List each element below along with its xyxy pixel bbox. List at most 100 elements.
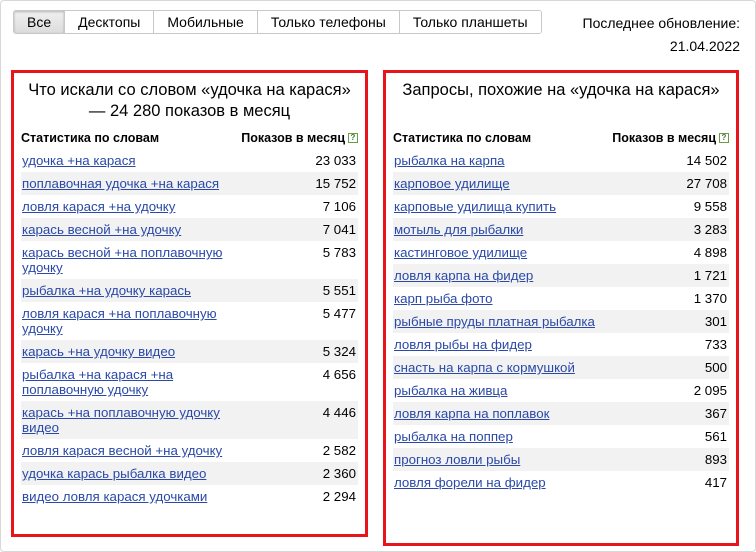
tab-desktops[interactable]: Десктопы [65, 11, 155, 33]
keyword-link[interactable]: рыбалка на поппер [394, 429, 513, 444]
keyword-link[interactable]: снасть на карпа с кормушкой [394, 360, 575, 375]
impressions-count: 417 [704, 475, 727, 490]
impressions-count: 5 477 [322, 306, 356, 321]
last-updated-label: Последнее обновление: [582, 15, 740, 31]
table-row: карповые удилища купить 9 558 [393, 195, 729, 218]
panel-title: Что искали со словом «удочка на карася» … [28, 81, 351, 120]
impressions-count: 5 551 [322, 283, 356, 298]
impressions-count: 27 708 [686, 176, 727, 191]
help-icon[interactable]: ? [348, 133, 358, 143]
table-row: удочка карась рыбалка видео 2 360 [21, 462, 358, 485]
impressions-count: 4 446 [322, 405, 356, 420]
impressions-count: 4 656 [322, 367, 356, 382]
table-row: ловля карпа на поплавок 367 [393, 402, 729, 425]
impressions-count: 893 [704, 452, 727, 467]
keyword-link[interactable]: мотыль для рыбалки [394, 222, 523, 237]
keyword-link[interactable]: рыбные пруды платная рыбалка [394, 314, 595, 329]
table-row: ловля карпа на фидер 1 721 [393, 264, 729, 287]
keyword-link[interactable]: ловля карася +на поплавочную удочку [22, 306, 247, 336]
keyword-link[interactable]: ловля форели на фидер [394, 475, 546, 490]
keyword-table: удочка +на карася 23 033 поплавочная удочк… [21, 149, 358, 508]
table-row: рыбалка +на удочку карась 5 551 [21, 279, 358, 302]
keyword-link[interactable]: ловля карпа на фидер [394, 268, 533, 283]
table-row: карась весной +на удочку 7 041 [21, 218, 358, 241]
keyword-link[interactable]: рыбалка на живца [394, 383, 507, 398]
tab-phones-only[interactable]: Только телефоны [257, 11, 400, 33]
impressions-count: 7 041 [322, 222, 356, 237]
last-updated: Последнее обновление: 21.04.2022 [583, 12, 740, 58]
table-row: поплавочная удочка +на карася 15 752 [21, 172, 358, 195]
table-row: снасть на карпа с кормушкой 500 [393, 356, 729, 379]
tab-mobile[interactable]: Мобильные [154, 11, 258, 33]
keyword-link[interactable]: ловля карася весной +на удочку [22, 443, 222, 458]
impressions-count: 1 721 [693, 268, 727, 283]
similar-queries-table: рыбалка на карпа 14 502 карповое удилище 27… [393, 149, 729, 494]
table-row: ловля карася +на удочку 7 106 [21, 195, 358, 218]
device-tabs: Все Десктопы Мобильные Только телефоны Т… [13, 10, 542, 34]
keyword-link[interactable]: удочка карась рыбалка видео [22, 466, 206, 481]
impressions-count: 15 752 [315, 176, 356, 191]
table-row: рыбалка на живца 2 095 [393, 379, 729, 402]
table-row: рыбалка +на карася +на поплавочную удочк… [21, 363, 358, 401]
impressions-count: 367 [704, 406, 727, 421]
impressions-count: 301 [704, 314, 727, 329]
keyword-link[interactable]: рыбалка на карпа [394, 153, 505, 168]
table-row: карп рыба фото 1 370 [393, 287, 729, 310]
table-row: удочка +на карася 23 033 [21, 149, 358, 172]
similar-queries-panel: Запросы, похожие на «удочка на карася» С… [383, 70, 739, 546]
keyword-link[interactable]: карась весной +на удочку [22, 222, 181, 237]
keyword-link[interactable]: ловля карася +на удочку [22, 199, 175, 214]
table-row: карась весной +на поплавочную удочку 5 78… [21, 241, 358, 279]
keyword-link[interactable]: карповое удилище [394, 176, 510, 191]
keyword-link[interactable]: удочка +на карася [22, 153, 136, 168]
tab-tablets-only[interactable]: Только планшеты [399, 11, 541, 33]
table-row: ловля карася весной +на удочку 2 582 [21, 439, 358, 462]
table-row: прогноз ловли рыбы 893 [393, 448, 729, 471]
column-header-phrases: Статистика по словам [393, 131, 532, 145]
keyword-link[interactable]: ловля рыбы на фидер [394, 337, 532, 352]
impressions-count: 3 283 [693, 222, 727, 237]
help-icon[interactable]: ? [719, 133, 729, 143]
table-row: рыбалка на поппер 561 [393, 425, 729, 448]
impressions-count: 14 502 [686, 153, 727, 168]
keyword-link[interactable]: карп рыба фото [394, 291, 493, 306]
keyword-link[interactable]: ловля карпа на поплавок [394, 406, 549, 421]
table-row: мотыль для рыбалки 3 283 [393, 218, 729, 241]
keyword-link[interactable]: прогноз ловли рыбы [394, 452, 520, 467]
keyword-link[interactable]: видео ловля карася удочками [22, 489, 207, 504]
table-row: карась +на поплавочную удочку видео 4 446 [21, 401, 358, 439]
table-row: карась +на удочку видео 5 324 [21, 340, 358, 363]
keyword-link[interactable]: кастинговое удилище [394, 245, 527, 260]
column-header-impressions-label: Показов в месяц [241, 131, 345, 145]
column-header-impressions: Показов в месяц ? [241, 131, 358, 145]
impressions-count: 2 294 [322, 489, 356, 504]
keyword-link[interactable]: рыбалка +на карася +на поплавочную удочк… [22, 367, 247, 397]
table-row: ловля рыбы на фидер 733 [393, 333, 729, 356]
impressions-count: 5 783 [322, 245, 356, 260]
keyword-link[interactable]: карась весной +на поплавочную удочку [22, 245, 247, 275]
keyword-link[interactable]: карась +на удочку видео [22, 344, 175, 359]
column-header-phrases: Статистика по словам [21, 131, 160, 145]
impressions-count: 9 558 [693, 199, 727, 214]
table-row: рыбные пруды платная рыбалка 301 [393, 310, 729, 333]
impressions-count: 1 370 [693, 291, 727, 306]
keyword-link[interactable]: рыбалка +на удочку карась [22, 283, 191, 298]
impressions-count: 2 095 [693, 383, 727, 398]
keyword-link[interactable]: карась +на поплавочную удочку видео [22, 405, 247, 435]
tab-all[interactable]: Все [14, 11, 66, 33]
keyword-link[interactable]: поплавочная удочка +на карася [22, 176, 219, 191]
table-header: Статистика по словам Показов в месяц ? [393, 127, 729, 149]
table-row: ловля карася +на поплавочную удочку 5 477 [21, 302, 358, 340]
impressions-count: 2 360 [322, 466, 356, 481]
keyword-link[interactable]: карповые удилища купить [394, 199, 556, 214]
table-row: ловля форели на фидер 417 [393, 471, 729, 494]
table-row: кастинговое удилище 4 898 [393, 241, 729, 264]
table-row: рыбалка на карпа 14 502 [393, 149, 729, 172]
panel-title: Запросы, похожие на «удочка на карася» [402, 81, 720, 99]
table-row: видео ловля карася удочками 2 294 [21, 485, 358, 508]
impressions-count: 7 106 [322, 199, 356, 214]
impressions-count: 561 [704, 429, 727, 444]
last-updated-date: 21.04.2022 [669, 38, 740, 54]
impressions-count: 733 [704, 337, 727, 352]
impressions-count: 2 582 [322, 443, 356, 458]
